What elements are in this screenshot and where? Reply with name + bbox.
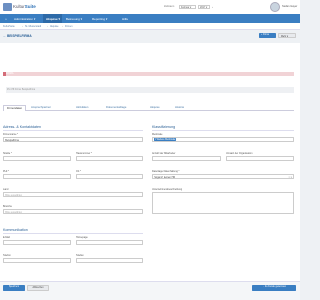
industry-select[interactable]: Bitte auswählen [3, 209, 143, 214]
homepage-input[interactable] [76, 240, 143, 245]
breadcrumb-item[interactable]: KulturSuite [3, 25, 15, 28]
company-name-label: Firmenname * [3, 133, 19, 136]
back-arrow-icon[interactable]: ← [3, 34, 6, 38]
nav-administration[interactable]: Administration ▾ [14, 17, 35, 21]
next-period-icon[interactable]: › [212, 5, 213, 9]
revenue-label: Umsatz der Organisation [226, 152, 253, 155]
company-description-textarea[interactable] [152, 192, 294, 214]
app-logo-icon[interactable] [3, 3, 12, 11]
tab-aktivitaeten[interactable]: Aktivitäten [76, 106, 88, 109]
country-select[interactable]: Bitte auswählen [3, 192, 143, 197]
year-select[interactable]: 2017 ▾ [198, 4, 210, 9]
email-label: E-Mail [3, 236, 10, 239]
phone-label: Telefon [3, 254, 11, 257]
industry-label: Branche [3, 205, 12, 208]
save-button[interactable]: Speichern [3, 285, 25, 291]
zip-input[interactable] [3, 174, 71, 179]
more-button[interactable]: Mehr ▾ [278, 33, 296, 38]
country-label: Land [3, 188, 9, 191]
tab-dokumentablage[interactable]: Dokumentablage [106, 106, 126, 109]
breadcrumb-item[interactable]: St. Musterstadt [25, 25, 41, 28]
nav-hilfe[interactable]: Hilfe [122, 17, 128, 21]
convert-to-customer-button[interactable]: → Zu Kunde gewonnen [252, 285, 296, 291]
status-bar [3, 72, 294, 76]
house-number-label: Hausnummer * [76, 152, 92, 155]
avatar[interactable] [270, 2, 280, 12]
nav-betreuung[interactable]: Betreuung ▾ [66, 17, 82, 21]
features-label: Merkmale [152, 133, 163, 136]
cancel-button[interactable]: Abbrechen [27, 285, 49, 291]
fax-input[interactable] [76, 258, 143, 263]
tab-firmendaten[interactable]: Firmendaten [3, 104, 27, 111]
feature-chip[interactable]: × Weitere Merkmale [153, 138, 177, 141]
nav-reporting[interactable]: Reporting ▾ [92, 17, 107, 21]
nav-akquise[interactable]: Akquise ▾ [46, 17, 60, 21]
house-number-input[interactable] [76, 156, 143, 161]
nav-home-icon[interactable]: ⌂ [5, 17, 7, 21]
breadcrumb-item[interactable]: Akquise [50, 25, 59, 28]
month-select[interactable]: Februar ▾ [179, 4, 196, 9]
info-text: 45-178 Firma: Beispielfirma [7, 88, 36, 91]
section-title-address: Adress- & Kontaktdaten [3, 125, 41, 129]
page-title: BEISPIELFIRMA [7, 34, 32, 38]
phone-input[interactable] [3, 258, 71, 263]
status-badge: FIRMA [6, 72, 14, 76]
tab-ansprechpartner[interactable]: Ansprechpartner [31, 106, 51, 109]
top-bar [0, 0, 300, 14]
zip-label: PLZ * [3, 170, 9, 173]
breadcrumb-item[interactable]: Firmen [65, 25, 72, 28]
employees-input[interactable] [152, 156, 221, 161]
revenue-input[interactable] [226, 156, 294, 161]
section-title-classification: Klassifizierung [152, 125, 176, 129]
email-input[interactable] [3, 240, 71, 245]
tab-historie[interactable]: Historie [175, 106, 184, 109]
add-company-button[interactable]: + Firma [259, 33, 276, 38]
street-input[interactable] [3, 156, 71, 161]
homepage-label: Homepage [76, 236, 88, 239]
data-status-select[interactable]: Sogar.Z: keinen HR × ▾ [152, 174, 294, 179]
section-title-communication: Kommunikation [3, 228, 28, 232]
city-input[interactable] [76, 174, 143, 179]
app-logo[interactable]: KulturSuite [13, 4, 36, 9]
breadcrumb [0, 23, 300, 30]
employees-label: Anzahl der Mitarbeiter [152, 152, 176, 155]
period-label: Zeitraum [164, 5, 175, 8]
data-status-label: Datenlage Datenhaltung * [152, 170, 180, 173]
company-description-label: Unternehmensbeschreibung [152, 188, 183, 191]
street-label: Straße * [3, 152, 12, 155]
company-name-input[interactable]: Beispielfirma [3, 137, 143, 142]
page-header [0, 30, 300, 43]
fax-label: Telefax [76, 254, 84, 257]
tab-akquise[interactable]: Akquise [150, 106, 160, 109]
city-label: Ort * [76, 170, 81, 173]
info-strip [6, 87, 294, 93]
user-name[interactable]: Stefan Gayer [282, 5, 297, 8]
